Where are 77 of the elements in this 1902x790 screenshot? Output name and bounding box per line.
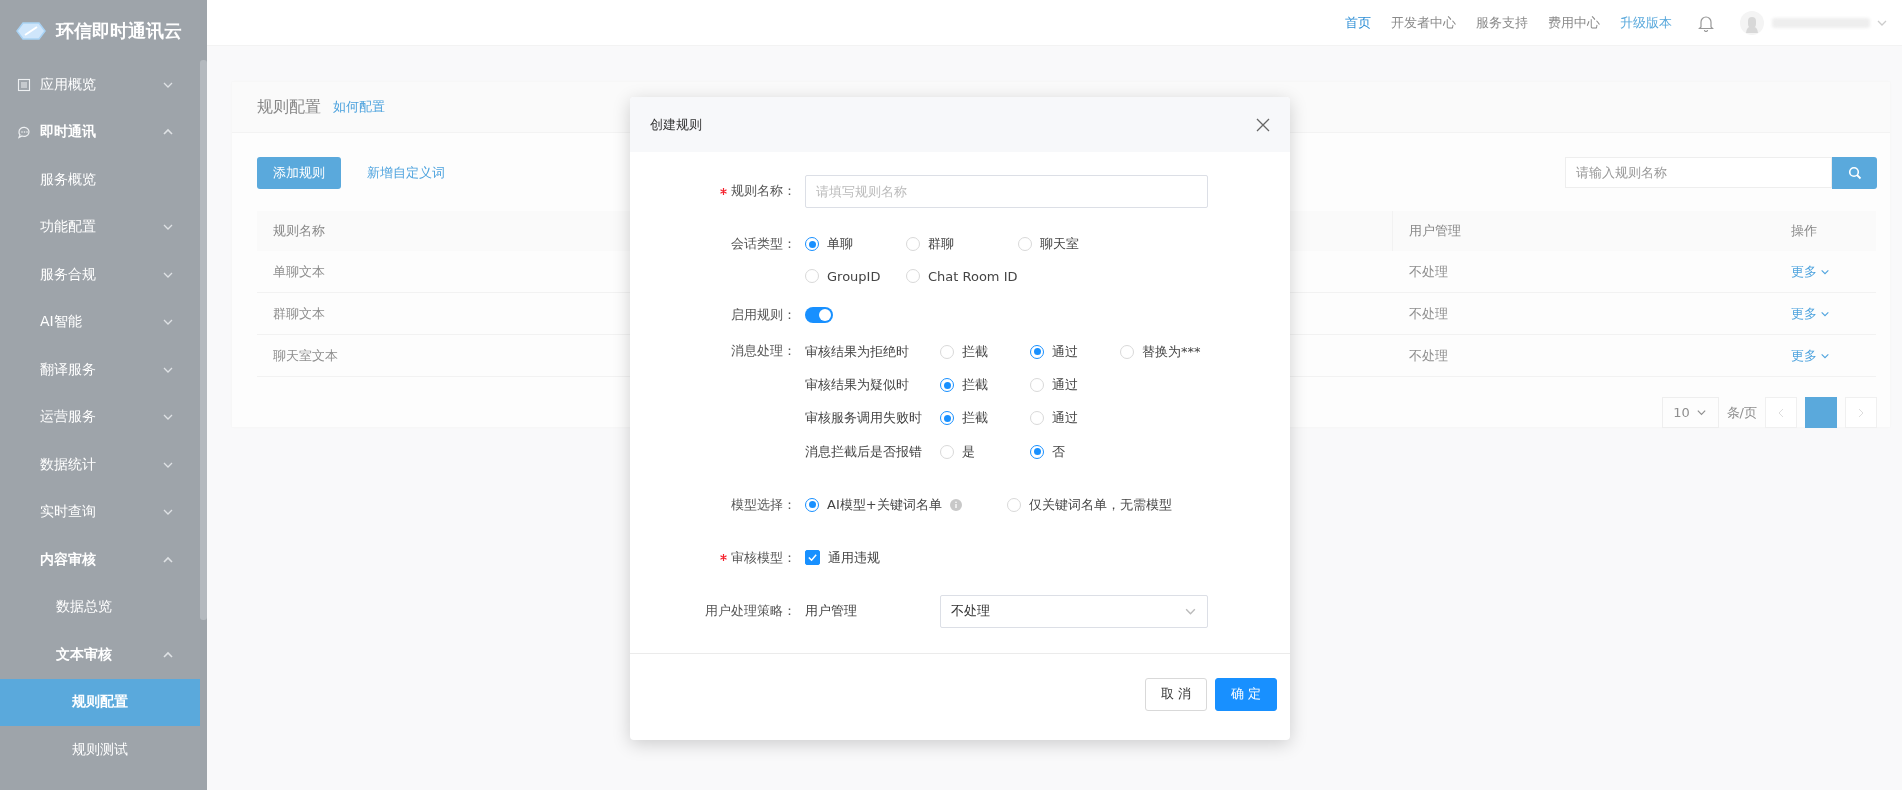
radio-option[interactable]: 拦截 (940, 335, 1030, 368)
confirm-button[interactable]: 确 定 (1214, 677, 1277, 711)
nav-link[interactable]: 首页 (1345, 13, 1371, 32)
option-label: 审核服务调用失败时 (805, 409, 923, 428)
more-link[interactable]: 更多 (1791, 304, 1830, 323)
table-cell: 不处理 (1392, 292, 1775, 335)
option-label: 审核结果为疑似时 (805, 376, 910, 395)
table-cell: 不处理 (1392, 251, 1775, 293)
close-icon[interactable] (1256, 117, 1270, 132)
search-field[interactable]: 请输入规则名称 (1565, 157, 1832, 188)
dialog-title: 创建规则 (650, 115, 702, 134)
radio-option[interactable]: GroupID (805, 260, 906, 292)
field-label: 模型选择： (731, 495, 796, 514)
checkbox-option[interactable]: 通用违规 (805, 541, 1290, 574)
toggle-switch[interactable] (805, 307, 833, 323)
sidebar-item[interactable]: 数据统计 (0, 441, 200, 489)
info-icon[interactable] (949, 498, 962, 511)
cancel-button[interactable]: 取 消 (1144, 677, 1207, 711)
sidebar-item[interactable]: 应用概览 (0, 61, 200, 109)
sidebar-item[interactable]: 翻译服务 (0, 346, 200, 394)
field-label: 会话类型： (731, 235, 796, 253)
add-rule-button[interactable]: 添加规则 (257, 156, 341, 189)
nav-link[interactable]: 开发者中心 (1391, 13, 1456, 32)
custom-words-link[interactable]: 新增自定义词 (367, 163, 445, 182)
chat-icon (17, 125, 31, 140)
avatar[interactable] (1740, 10, 1764, 35)
field-label: 用户处理策略： (705, 601, 796, 620)
radio-option[interactable]: 通过 (1030, 335, 1120, 368)
help-link[interactable]: 如何配置 (333, 98, 385, 116)
scrollbar[interactable] (200, 60, 207, 620)
field-label: 规则名称： (731, 182, 796, 200)
radio-option[interactable]: 通过 (1030, 402, 1120, 435)
nav-link[interactable]: 费用中心 (1548, 13, 1600, 32)
current-page-button[interactable] (1805, 397, 1837, 428)
sidebar-item[interactable]: 内容审核 (0, 536, 200, 584)
prev-page-button[interactable] (1765, 397, 1797, 428)
rule-name-input[interactable]: 请填写规则名称 (805, 175, 1208, 208)
sidebar-item[interactable]: 文本审核 (0, 631, 200, 679)
page-title: 规则配置 (257, 96, 321, 118)
list-icon (17, 77, 31, 92)
option-label: 审核结果为拒绝时 (805, 342, 910, 361)
field-label: 消息处理： (731, 342, 796, 360)
sidebar-item[interactable]: AI智能 (0, 298, 200, 346)
table-cell: 不处理 (1392, 334, 1775, 377)
more-link[interactable]: 更多 (1791, 262, 1830, 281)
bell-icon[interactable] (1698, 13, 1714, 32)
sidebar-item[interactable]: 服务概览 (0, 156, 200, 204)
field-label: 启用规则： (731, 306, 796, 324)
brand-name: 环信即时通讯云 (56, 18, 182, 43)
sidebar-item[interactable]: 规则测试 (0, 726, 200, 774)
sidebar-item[interactable]: 规则配置 (0, 678, 200, 726)
radio-option[interactable]: 是 (940, 435, 1030, 468)
sidebar-item[interactable]: 运营服务 (0, 393, 200, 441)
sidebar-item[interactable]: 实时查询 (0, 488, 200, 536)
field-label: 审核模型： (731, 548, 796, 567)
search-button[interactable] (1832, 156, 1877, 189)
radio-option[interactable]: AI模型+关键词名单 (805, 488, 1007, 521)
radio-option[interactable]: Chat Room ID (906, 260, 1018, 292)
next-page-button[interactable] (1845, 397, 1877, 428)
policy-select[interactable]: 不处理 (940, 594, 1208, 628)
chevron-down-icon (1695, 407, 1707, 418)
sidebar-item[interactable]: 功能配置 (0, 203, 200, 251)
radio-option[interactable]: 仅关键词名单，无需模型 (1007, 488, 1209, 521)
sidebar-item[interactable]: 即时通讯 (0, 108, 200, 156)
per-page-label: 条/页 (1726, 403, 1757, 422)
radio-option[interactable]: 替换为*** (1120, 335, 1210, 368)
more-link[interactable]: 更多 (1791, 346, 1830, 365)
radio-option[interactable]: 否 (1030, 435, 1120, 468)
option-label: 用户管理 (805, 602, 858, 621)
sidebar-item[interactable]: 服务合规 (0, 251, 200, 299)
option-label: 消息拦截后是否报错 (805, 442, 923, 461)
sidebar-item[interactable]: 数据总览 (0, 583, 200, 631)
search-icon (1847, 165, 1862, 180)
radio-option[interactable]: 拦截 (940, 402, 1030, 435)
nav-link[interactable]: 服务支持 (1476, 13, 1528, 32)
page-size-select[interactable]: 10 (1661, 397, 1719, 428)
upgrade-link[interactable]: 升级版本 (1620, 13, 1672, 32)
